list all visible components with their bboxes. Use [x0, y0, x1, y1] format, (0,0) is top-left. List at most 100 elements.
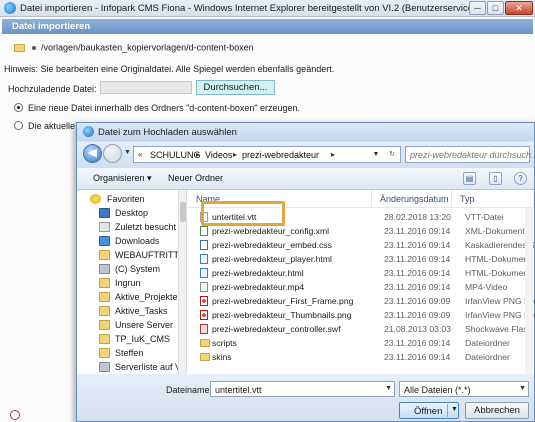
forward-button[interactable] [103, 144, 122, 163]
minimize-button[interactable]: ─ [469, 1, 486, 15]
nav-item-aktive-tasks[interactable]: Aktive_Tasks [77, 304, 177, 318]
maximize-button[interactable]: □ [487, 1, 504, 15]
filename-input[interactable]: untertitel.vtt ▼ [210, 381, 395, 397]
breadcrumb-separator-icon: ▸ [331, 150, 336, 159]
file-name: prezi-webredakteur_Thumbnails.png [212, 310, 352, 320]
nav-item-webauftritte[interactable]: WEBAUFTRITTE [77, 248, 185, 262]
nav-item-label: Ingrun [115, 278, 141, 288]
folder-icon [200, 353, 210, 361]
nav-item-downloads[interactable]: Downloads [77, 234, 177, 248]
open-button[interactable]: Öffnen ▼ [399, 402, 459, 419]
nav-item-label: Serverliste auf V-43- [115, 362, 186, 372]
folder-icon [99, 278, 110, 288]
file-type: VTT-Datei [465, 212, 504, 222]
nav-item-favorites[interactable]: Favoriten [77, 192, 177, 206]
close-button[interactable]: ✕ [505, 1, 533, 15]
file-row[interactable]: prezi-webredakteur_Thumbnails.png 23.11.2… [188, 308, 535, 321]
downloads-icon [99, 236, 110, 246]
back-button[interactable]: ◀ [83, 144, 102, 163]
nav-item-ingrun[interactable]: Ingrun [77, 276, 177, 290]
ie-logo-icon [4, 2, 16, 14]
nav-item-steffen[interactable]: Steffen [77, 346, 177, 360]
breadcrumb-overflow[interactable]: « [138, 150, 142, 159]
organize-button[interactable]: Organisieren ▾ [93, 173, 152, 184]
png-file-icon [200, 310, 208, 320]
folder-icon [99, 306, 110, 316]
file-name: prezi-webredakteur_config.xml [212, 226, 330, 236]
file-row[interactable]: prezi-webredakteur_First_Frame.png 23.11.… [188, 294, 535, 307]
drive-icon [99, 264, 110, 274]
nav-item-desktop[interactable]: Desktop [77, 206, 177, 220]
column-header-type[interactable]: Typ [452, 190, 534, 207]
breadcrumb-item[interactable]: SCHULUNG [150, 150, 201, 160]
file-row[interactable]: prezi-webredakteur.html 23.11.2016 09:14 H… [188, 266, 534, 279]
nav-item-aktive-projekte[interactable]: Aktive_Projekte [77, 290, 178, 304]
nav-item-label: TP_IuK_CMS [115, 334, 171, 344]
chevron-down-icon[interactable]: ▼ [385, 385, 392, 392]
help-icon[interactable]: ? [514, 172, 527, 185]
file-date: 23.11.2016 09:14 [384, 338, 451, 348]
recent-locations-dropdown-icon[interactable]: ▼ [124, 149, 131, 156]
breadcrumb-item[interactable]: prezi-webredakteur [242, 150, 319, 160]
breadcrumb[interactable]: « SCHULUNG ▸ Videos ▸ prezi-webredakteur… [133, 146, 401, 163]
nav-item-label: Zuletzt besucht [115, 222, 177, 232]
preview-pane-icon[interactable]: ▯ [489, 172, 502, 185]
search-input[interactable]: prezi-webredakteur durchsuch... [405, 146, 535, 163]
radio-new-file-label: Eine neue Datei innerhalb des Ordners "d… [28, 103, 301, 113]
file-open-dialog: Datei zum Hochladen auswählen ◀ ▼ « SCHU… [76, 122, 535, 422]
file-name: prezi-webredakteur_player.html [212, 254, 332, 264]
breadcrumb-item[interactable]: Videos [205, 150, 232, 160]
file-row[interactable]: prezi-webredakteur_player.html 23.11.2016… [188, 252, 534, 265]
new-folder-button[interactable]: Neuer Ordner [168, 173, 223, 183]
browse-button[interactable]: Durchsuchen... [196, 80, 275, 95]
file-row[interactable]: prezi-webredakteur_embed.css 23.11.2016 0… [188, 238, 535, 251]
radio-new-file[interactable] [14, 103, 23, 112]
bullet-icon [31, 45, 36, 50]
file-date: 23.11.2016 09:09 [384, 310, 451, 320]
upload-file-input[interactable] [100, 81, 192, 94]
nav-pane-scrollbar[interactable] [178, 190, 186, 374]
file-type: MP4-Video [465, 282, 508, 292]
radio-current-version[interactable] [14, 121, 23, 130]
navigation-pane: Favoriten Desktop Zuletzt besucht Downlo… [77, 190, 187, 374]
filetype-select[interactable]: Alle Dateien (*.*) ▼ [399, 381, 529, 397]
scrollbar-thumb[interactable] [180, 202, 186, 222]
selected-file-highlight [201, 201, 285, 226]
recent-places-icon [99, 222, 110, 232]
file-dialog-toolbar: Organisieren ▾ Neuer Ordner ▤ ▯ ? [77, 168, 534, 190]
search-placeholder: prezi-webredakteur durchsuch... [410, 150, 535, 160]
edit-hint: Hinweis: Sie bearbeiten eine Originaldat… [4, 64, 335, 74]
help-icon[interactable] [10, 410, 20, 420]
file-row[interactable]: prezi-webredakteur.mp4 23.11.2016 09:14 MP… [188, 280, 534, 293]
folder-icon [14, 43, 25, 52]
nav-item-label: Unsere Server [115, 320, 174, 330]
filename-label: Dateiname: [166, 385, 213, 395]
nav-item-tp-iuk-cms[interactable]: TP_IuK_CMS [77, 332, 177, 346]
nav-item-label: Steffen [115, 348, 144, 358]
folder-icon [99, 348, 110, 358]
file-dialog-title: Datei zum Hochladen auswählen [98, 127, 237, 138]
file-list-scrollbar[interactable] [525, 208, 533, 374]
nav-item-serverliste[interactable]: Serverliste auf V-43- [77, 360, 186, 374]
file-row[interactable]: prezi-webredakteur_controller.swf 21.08.2… [188, 322, 535, 335]
file-name: prezi-webredakteur_controller.swf [212, 324, 341, 334]
nav-item-system-drive[interactable]: (C) System [77, 262, 177, 276]
file-row[interactable]: skins 23.11.2016 09:14 Dateiordner [188, 350, 534, 363]
star-icon [90, 194, 101, 204]
view-options-icon[interactable]: ▤ [463, 172, 476, 185]
refresh-icon[interactable]: ↻ [385, 148, 399, 161]
column-header-date[interactable]: Änderungsdatum [372, 190, 452, 207]
nav-item-recent[interactable]: Zuletzt besucht [77, 220, 177, 234]
chevron-down-icon[interactable]: ▼ [519, 385, 526, 392]
html-file-icon [200, 254, 208, 264]
file-row[interactable]: scripts 23.11.2016 09:14 Dateiordner [188, 336, 534, 349]
file-name: scripts [212, 338, 237, 348]
chevron-down-icon[interactable]: ▼ [451, 406, 458, 413]
html-file-icon [200, 268, 208, 278]
file-date: 23.11.2016 09:14 [384, 226, 451, 236]
nav-item-unsere-server[interactable]: Unsere Server [77, 318, 177, 332]
cancel-button[interactable]: Abbrechen [465, 402, 529, 419]
filetype-value: Alle Dateien (*.*) [404, 385, 471, 395]
address-dropdown-icon[interactable]: ▼ [369, 148, 383, 161]
nav-item-label: Downloads [115, 236, 160, 246]
